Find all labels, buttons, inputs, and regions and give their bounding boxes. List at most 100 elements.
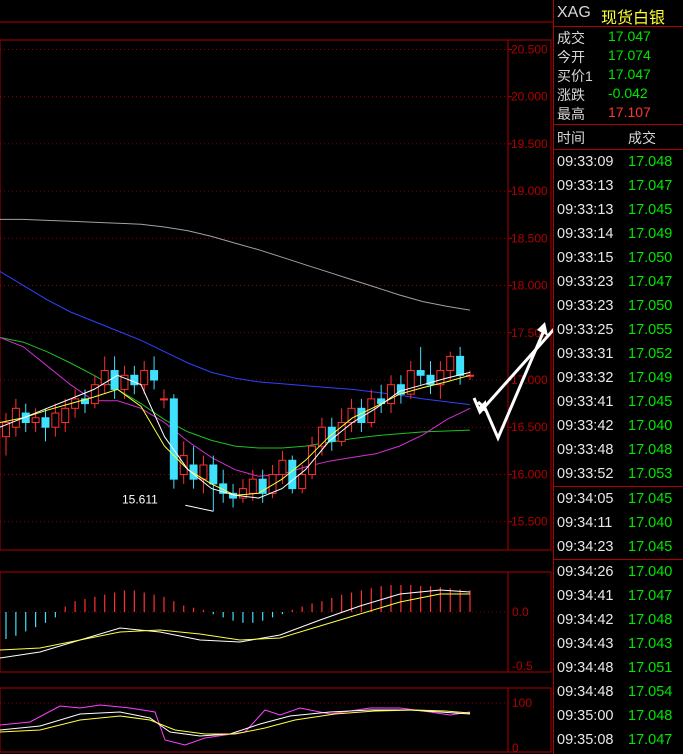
tick-price: 17.048	[628, 708, 673, 724]
tick-price: 17.053	[628, 466, 673, 482]
candle-body	[150, 370, 159, 381]
symbol-name: 现货白银	[601, 10, 666, 27]
tick-row: 09:34:11 17.040	[554, 511, 683, 535]
candle-body	[159, 398, 168, 401]
quote-sidebar: XAG 现货白银 成交 17.047 今开 17.074 买价1 17.047 涨跌 -…	[553, 0, 683, 754]
tick-row: 09:35:08 17.047	[554, 728, 683, 752]
y-tick-label: 19.500	[511, 137, 548, 151]
tick-time: 09:34:43	[557, 636, 614, 652]
quote-row-high: 最高 17.107	[554, 103, 683, 122]
annotation-arrow-2	[472, 327, 553, 415]
tick-price: 17.047	[628, 274, 673, 290]
tick-time: 09:34:11	[557, 515, 613, 531]
quote-value: -0.042	[608, 85, 648, 101]
price-chart[interactable]: 20.50020.00019.50019.00018.50018.00017.5…	[0, 0, 553, 754]
tick-row: 09:34:42 17.048	[554, 608, 683, 632]
tick-price: 17.054	[628, 684, 673, 700]
candle-body	[416, 370, 425, 376]
kdj-label-0: 0	[512, 741, 519, 754]
quote-row-bid: 买价1 17.047	[554, 65, 683, 84]
candle-body	[248, 478, 257, 494]
main-panel-frame	[0, 39, 552, 551]
macd-dif-line	[0, 589, 471, 659]
tick-row: 09:33:32 17.049	[554, 366, 683, 390]
candle-body	[298, 473, 307, 490]
low-annotation-label: 15.611	[122, 492, 158, 506]
tick-price: 17.040	[628, 418, 673, 434]
quote-value: 17.047	[608, 28, 651, 44]
quote-value: 17.074	[608, 47, 651, 63]
tick-row: 09:34:48 17.054	[554, 680, 683, 704]
tick-time: 09:34:41	[557, 588, 614, 604]
tick-price: 17.047	[628, 178, 673, 194]
tick-price: 17.047	[628, 732, 673, 748]
tick-time: 09:34:05	[557, 491, 614, 507]
ticks-list[interactable]: 09:33:09 17.048 09:33:13 17.047 09:33:13 17.0…	[554, 150, 683, 752]
y-tick-label: 15.500	[511, 515, 548, 529]
tick-price: 17.040	[628, 564, 673, 580]
quote-value: 17.047	[608, 66, 651, 82]
tick-row: 09:34:48 17.051	[554, 656, 683, 680]
macd-label-neg: -0.5	[512, 659, 533, 673]
symbol-code: XAG	[557, 4, 591, 21]
ma-white-line	[0, 371, 471, 499]
quote-row-last: 成交 17.047	[554, 27, 683, 46]
quote-label: 涨跌	[557, 87, 585, 103]
tick-time: 09:35:00	[557, 708, 614, 724]
symbol-header: XAG 现货白银	[554, 0, 683, 27]
low-annotation-line	[185, 504, 214, 512]
tick-row: 09:33:42 17.040	[554, 414, 683, 438]
quote-label: 成交	[557, 30, 585, 46]
tick-time: 09:33:23	[557, 274, 614, 290]
tick-time: 09:33:15	[557, 250, 614, 266]
tick-row: 09:33:13 17.047	[554, 174, 683, 198]
tick-price: 17.048	[628, 442, 673, 458]
y-tick-label: 18.500	[511, 231, 548, 245]
tick-price: 17.050	[628, 298, 673, 314]
candle-body	[61, 407, 70, 424]
quote-panel: 成交 17.047 今开 17.074 买价1 17.047 涨跌 -0.042 最高 1…	[554, 27, 683, 125]
tick-time: 09:35:08	[557, 732, 614, 748]
candle-body	[288, 459, 297, 490]
candle-body	[337, 422, 346, 442]
tick-price: 17.050	[628, 250, 673, 266]
candle-body	[387, 384, 396, 405]
y-tick-label: 18.000	[511, 279, 548, 293]
tick-time: 09:33:09	[557, 154, 614, 170]
tick-price: 17.049	[628, 370, 673, 386]
quote-label: 今开	[557, 49, 585, 65]
tick-time: 09:33:13	[557, 202, 614, 218]
candle-body	[278, 459, 287, 475]
tick-row: 09:33:31 17.052	[554, 342, 683, 366]
kdj-label-100: 100	[512, 696, 532, 710]
ticks-header-price: 成交	[628, 130, 656, 146]
tick-time: 09:33:14	[557, 226, 614, 242]
kdj-j-line	[0, 704, 471, 746]
candle-body	[41, 417, 50, 428]
tick-time: 09:33:41	[557, 394, 614, 410]
quote-row-open: 今开 17.074	[554, 46, 683, 65]
quote-value: 17.107	[608, 104, 651, 120]
tick-price: 17.047	[628, 588, 673, 604]
y-tick-label: 16.000	[511, 467, 548, 481]
ticks-header: 时间 成交	[554, 125, 683, 150]
tick-time: 09:33:42	[557, 418, 614, 434]
tick-time: 09:33:25	[557, 322, 614, 338]
quote-label: 买价1	[557, 68, 593, 84]
tick-time: 09:34:48	[557, 684, 614, 700]
y-tick-label: 17.000	[511, 373, 548, 387]
tick-price: 17.055	[628, 322, 673, 338]
tick-row: 09:33:09 17.048	[554, 150, 683, 174]
tick-price: 17.045	[628, 202, 673, 218]
macd-panel-frame	[0, 571, 552, 673]
tick-price: 17.048	[628, 612, 673, 628]
tick-row: 09:33:14 17.049	[554, 222, 683, 246]
tick-price: 17.049	[628, 226, 673, 242]
tick-time: 09:34:42	[557, 612, 614, 628]
tick-time: 09:34:48	[557, 660, 614, 676]
tick-price: 17.045	[628, 539, 673, 555]
tick-row: 09:33:13 17.045	[554, 198, 683, 222]
candle-body	[308, 445, 317, 475]
tick-price: 17.045	[628, 394, 673, 410]
tick-price: 17.051	[628, 660, 673, 676]
